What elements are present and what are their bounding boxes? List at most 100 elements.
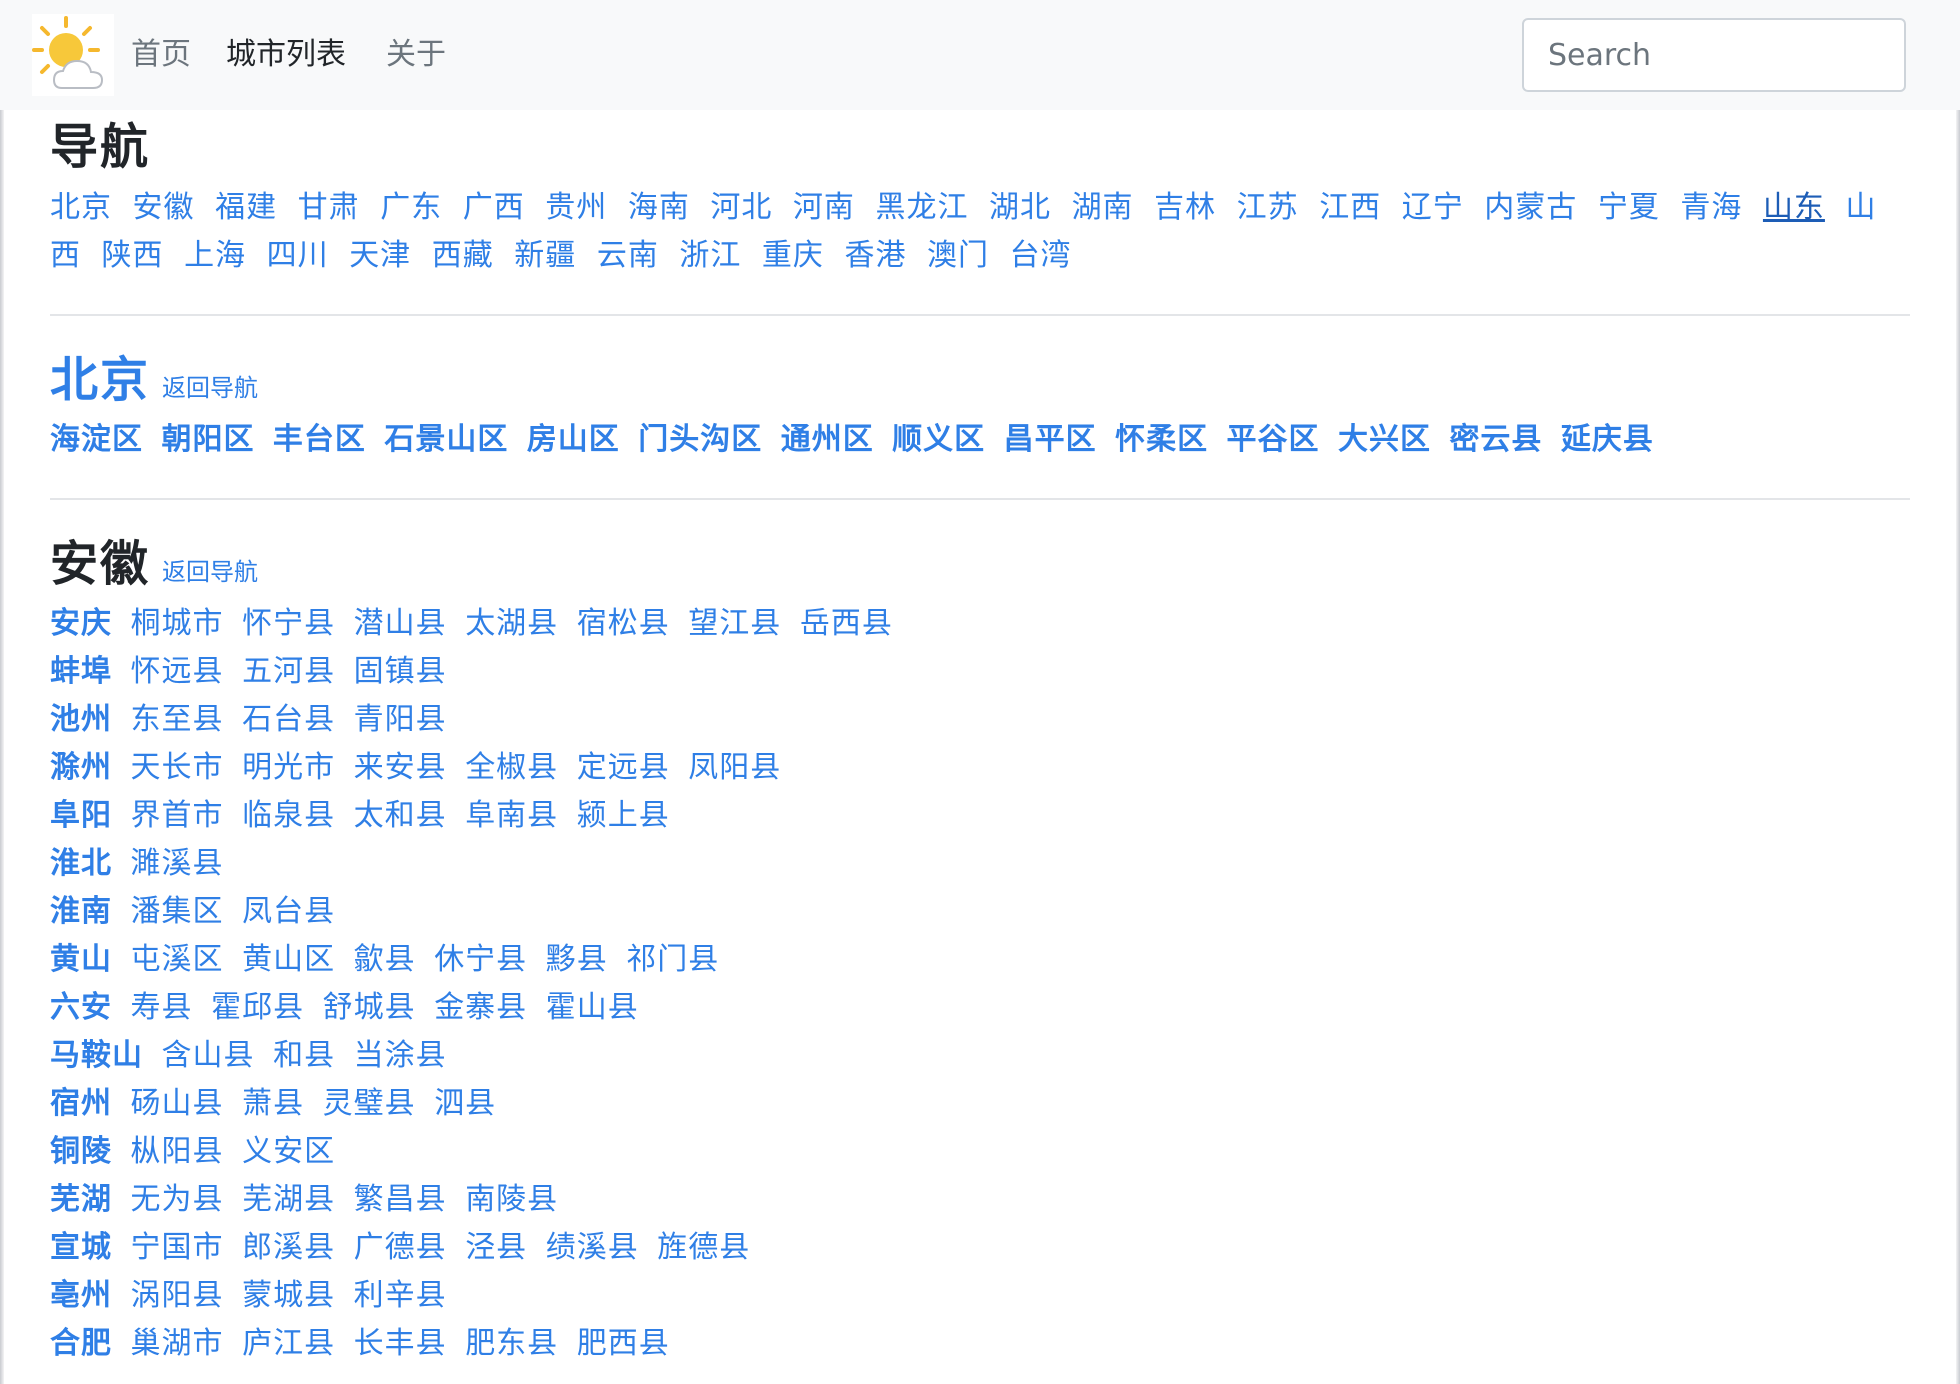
province-link[interactable]: 新疆 bbox=[514, 238, 576, 273]
county-link[interactable]: 庐江县 bbox=[242, 1326, 335, 1361]
province-link[interactable]: 上海 bbox=[184, 238, 246, 273]
county-link[interactable]: 全椒县 bbox=[465, 750, 558, 785]
county-link[interactable]: 霍山县 bbox=[546, 990, 639, 1025]
nav-link-home[interactable]: 首页 bbox=[131, 32, 191, 78]
city-link[interactable]: 安庆 bbox=[50, 606, 112, 641]
county-link[interactable]: 定远县 bbox=[577, 750, 670, 785]
city-link[interactable]: 滁州 bbox=[50, 750, 112, 785]
province-link[interactable]: 北京 bbox=[50, 190, 112, 225]
county-link[interactable]: 涡阳县 bbox=[131, 1278, 224, 1313]
county-link[interactable]: 休宁县 bbox=[434, 942, 527, 977]
county-link[interactable]: 泗县 bbox=[434, 1086, 496, 1121]
search-input[interactable] bbox=[1522, 18, 1906, 92]
province-link[interactable]: 香港 bbox=[844, 238, 906, 273]
county-link[interactable]: 太和县 bbox=[354, 798, 447, 833]
county-link[interactable]: 岳西县 bbox=[800, 606, 893, 641]
district-link[interactable]: 朝阳区 bbox=[161, 422, 254, 457]
city-link[interactable]: 马鞍山 bbox=[50, 1038, 143, 1073]
city-link[interactable]: 铜陵 bbox=[50, 1134, 112, 1169]
county-link[interactable]: 天长市 bbox=[131, 750, 224, 785]
province-link[interactable]: 福建 bbox=[215, 190, 277, 225]
county-link[interactable]: 凤台县 bbox=[242, 894, 335, 929]
city-link[interactable]: 淮南 bbox=[50, 894, 112, 929]
city-link[interactable]: 宿州 bbox=[50, 1086, 112, 1121]
county-link[interactable]: 绩溪县 bbox=[546, 1230, 639, 1265]
county-link[interactable]: 东至县 bbox=[131, 702, 224, 737]
county-link[interactable]: 五河县 bbox=[242, 654, 335, 689]
city-link[interactable]: 亳州 bbox=[50, 1278, 112, 1313]
province-link[interactable]: 云南 bbox=[597, 238, 659, 273]
district-link[interactable]: 门头沟区 bbox=[638, 422, 762, 457]
county-link[interactable]: 砀山县 bbox=[131, 1086, 224, 1121]
county-link[interactable]: 石台县 bbox=[242, 702, 335, 737]
district-link[interactable]: 房山区 bbox=[527, 422, 620, 457]
county-link[interactable]: 郎溪县 bbox=[242, 1230, 335, 1265]
province-link[interactable]: 海南 bbox=[628, 190, 690, 225]
county-link[interactable]: 桐城市 bbox=[131, 606, 224, 641]
city-link[interactable]: 芜湖 bbox=[50, 1182, 112, 1217]
province-link[interactable]: 天津 bbox=[349, 238, 411, 273]
county-link[interactable]: 义安区 bbox=[242, 1134, 335, 1169]
county-link[interactable]: 长丰县 bbox=[354, 1326, 447, 1361]
nav-link-about[interactable]: 关于 bbox=[386, 32, 446, 78]
district-link[interactable]: 平谷区 bbox=[1227, 422, 1320, 457]
county-link[interactable]: 宁国市 bbox=[131, 1230, 224, 1265]
back-to-nav-link[interactable]: 返回导航 bbox=[162, 368, 258, 403]
county-link[interactable]: 旌德县 bbox=[657, 1230, 750, 1265]
city-link[interactable]: 蚌埠 bbox=[50, 654, 112, 689]
city-link[interactable]: 黄山 bbox=[50, 942, 112, 977]
county-link[interactable]: 舒城县 bbox=[323, 990, 416, 1025]
county-link[interactable]: 灵璧县 bbox=[323, 1086, 416, 1121]
county-link[interactable]: 宿松县 bbox=[577, 606, 670, 641]
province-link[interactable]: 西藏 bbox=[432, 238, 494, 273]
province-link[interactable]: 江苏 bbox=[1237, 190, 1299, 225]
county-link[interactable]: 濉溪县 bbox=[131, 846, 224, 881]
province-link[interactable]: 安徽 bbox=[133, 190, 195, 225]
city-link[interactable]: 六安 bbox=[50, 990, 112, 1025]
county-link[interactable]: 巢湖市 bbox=[131, 1326, 224, 1361]
county-link[interactable]: 枞阳县 bbox=[131, 1134, 224, 1169]
district-link[interactable]: 石景山区 bbox=[384, 422, 508, 457]
district-link[interactable]: 顺义区 bbox=[892, 422, 985, 457]
province-link[interactable]: 宁夏 bbox=[1598, 190, 1660, 225]
county-link[interactable]: 潜山县 bbox=[354, 606, 447, 641]
county-link[interactable]: 临泉县 bbox=[242, 798, 335, 833]
county-link[interactable]: 无为县 bbox=[131, 1182, 224, 1217]
back-to-nav-link[interactable]: 返回导航 bbox=[162, 552, 258, 587]
county-link[interactable]: 霍邱县 bbox=[211, 990, 304, 1025]
county-link[interactable]: 泾县 bbox=[465, 1230, 527, 1265]
county-link[interactable]: 黄山区 bbox=[242, 942, 335, 977]
county-link[interactable]: 怀远县 bbox=[131, 654, 224, 689]
district-link[interactable]: 怀柔区 bbox=[1115, 422, 1208, 457]
province-link[interactable]: 广西 bbox=[463, 190, 525, 225]
county-link[interactable]: 繁昌县 bbox=[354, 1182, 447, 1217]
county-link[interactable]: 阜南县 bbox=[465, 798, 558, 833]
province-link[interactable]: 重庆 bbox=[762, 238, 824, 273]
county-link[interactable]: 祁门县 bbox=[626, 942, 719, 977]
province-link[interactable]: 江西 bbox=[1319, 190, 1381, 225]
county-link[interactable]: 望江县 bbox=[688, 606, 781, 641]
province-link[interactable]: 青海 bbox=[1680, 190, 1742, 225]
district-link[interactable]: 丰台区 bbox=[273, 422, 366, 457]
province-link[interactable]: 吉林 bbox=[1154, 190, 1216, 225]
province-link[interactable]: 河北 bbox=[710, 190, 772, 225]
county-link[interactable]: 含山县 bbox=[162, 1038, 255, 1073]
city-link[interactable]: 淮北 bbox=[50, 846, 112, 881]
county-link[interactable]: 固镇县 bbox=[354, 654, 447, 689]
county-link[interactable]: 肥东县 bbox=[465, 1326, 558, 1361]
county-link[interactable]: 怀宁县 bbox=[242, 606, 335, 641]
county-link[interactable]: 潘集区 bbox=[131, 894, 224, 929]
province-link[interactable]: 山东 bbox=[1763, 190, 1825, 225]
county-link[interactable]: 黟县 bbox=[546, 942, 608, 977]
county-link[interactable]: 来安县 bbox=[354, 750, 447, 785]
county-link[interactable]: 界首市 bbox=[131, 798, 224, 833]
district-link[interactable]: 延庆县 bbox=[1561, 422, 1654, 457]
county-link[interactable]: 歙县 bbox=[354, 942, 416, 977]
province-title-beijing[interactable]: 北京 bbox=[50, 344, 150, 416]
county-link[interactable]: 金寨县 bbox=[434, 990, 527, 1025]
district-link[interactable]: 大兴区 bbox=[1338, 422, 1431, 457]
county-link[interactable]: 肥西县 bbox=[577, 1326, 670, 1361]
county-link[interactable]: 寿县 bbox=[131, 990, 193, 1025]
city-link[interactable]: 池州 bbox=[50, 702, 112, 737]
county-link[interactable]: 利辛县 bbox=[354, 1278, 447, 1313]
